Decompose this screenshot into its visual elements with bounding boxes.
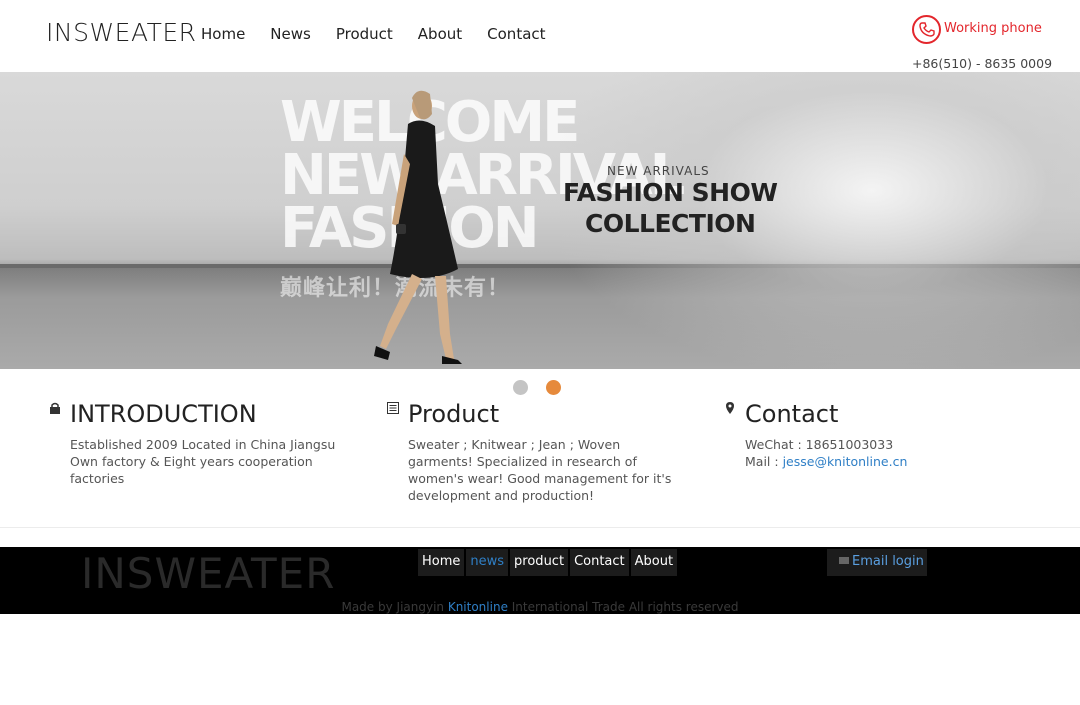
product-title: Product [408,400,500,428]
footer-nav-contact[interactable]: Contact [570,549,629,576]
footer-nav-news[interactable]: news [466,549,509,576]
copyright-link[interactable]: Knitonline [448,600,508,614]
footer-nav-about[interactable]: About [630,549,678,576]
footer-nav-home[interactable]: Home [418,549,465,576]
site-footer: INSWEATER Home news product Contact Abou… [0,547,1080,614]
phone-block: Working phone +86(510) - 8635 0009 [912,14,1072,74]
contact-mail-label: Mail : [745,454,783,469]
slider-dots [513,380,561,395]
phone-icon [912,15,941,44]
copyright-post: International Trade All rights reserved [507,600,739,614]
banner-headline-2: COLLECTION [585,209,756,238]
section-divider [0,527,1080,528]
map-pin-icon [726,402,734,414]
site-header: INSWEATER Home News Product About Contac… [0,0,1080,72]
copyright: Made by Jiangyin Knitonline Internationa… [0,600,1080,614]
copyright-pre: Made by Jiangyin [341,600,448,614]
contact-text: WeChat : 18651003033 Mail : jesse@kniton… [745,436,1025,470]
list-icon [387,402,399,414]
slider-dot-2[interactable] [546,380,561,395]
nav-home[interactable]: Home [201,25,245,43]
mail-icon [839,557,849,564]
hero-banner[interactable]: WELCOME NEW ARRIVAL FASHION 巅峰让利！潮流未有！ N… [0,72,1080,369]
intro-text: Established 2009 Located in China Jiangs… [70,437,336,486]
footer-nav: Home news product Contact About [418,549,678,576]
contact-mail-link[interactable]: jesse@knitonline.cn [783,454,908,469]
banner-tagline: NEW ARRIVALS [607,164,710,178]
product-text: Sweater ; Knitwear ; Jean ; Woven garmen… [408,437,672,503]
nav-product[interactable]: Product [336,25,393,43]
intro-title: INTRODUCTION [70,400,257,428]
email-login-button[interactable]: Email login [827,549,927,576]
nav-contact[interactable]: Contact [487,25,545,43]
site-logo[interactable]: INSWEATER [46,18,197,47]
footer-nav-product[interactable]: product [510,549,569,576]
lock-icon [50,402,60,414]
phone-label: Working phone [944,21,1042,36]
contact-wechat: WeChat : 18651003033 [745,437,894,452]
slider-dot-1[interactable] [513,380,528,395]
phone-number: +86(510) - 8635 0009 [912,56,1053,71]
footer-logo: INSWEATER [81,549,336,598]
main-nav: Home News Product About Contact [201,25,571,43]
banner-headline-1: FASHION SHOW [563,178,778,207]
model-figure [374,90,462,364]
email-login-label: Email login [852,554,924,569]
nav-news[interactable]: News [270,25,311,43]
contact-title: Contact [745,400,839,428]
nav-about[interactable]: About [418,25,462,43]
